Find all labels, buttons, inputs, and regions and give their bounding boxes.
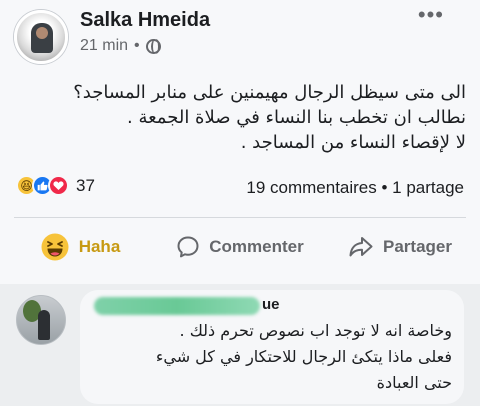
- avatar-person: [38, 310, 50, 340]
- comment-section: ue وخاصة انه لا توجد اب نصوص تحرم ذلك . …: [0, 284, 480, 406]
- haha-button[interactable]: Haha: [0, 228, 160, 266]
- haha-icon: [41, 233, 69, 261]
- post-text: الى متى سيظل الرجال مهيمنين على منابر ال…: [40, 80, 466, 155]
- comments-shares-count[interactable]: 19 commentaires • 1 partage: [246, 178, 464, 198]
- avatar-face: [36, 27, 48, 39]
- comment-bubble: ue وخاصة انه لا توجد اب نصوص تحرم ذلك . …: [80, 290, 464, 404]
- share-button[interactable]: Partager: [320, 228, 480, 266]
- post-card: Salka Hmeida 21 min • ••• الى متى سيظل ا…: [0, 0, 480, 284]
- post-meta: 21 min •: [80, 37, 161, 55]
- author-name[interactable]: Salka Hmeida: [80, 9, 210, 32]
- actions-divider: [14, 217, 466, 218]
- love-icon: [48, 175, 69, 196]
- author-avatar[interactable]: [14, 10, 68, 64]
- comment-button[interactable]: Commenter: [160, 228, 320, 266]
- reactions-count: 37: [76, 175, 95, 195]
- commenter-name-suffix: ue: [262, 296, 280, 313]
- reactions-summary[interactable]: 😆 37: [16, 175, 95, 196]
- comment-text-line: فعلى ماذا يتكئ الرجال للاحتكار في كل شيء: [155, 347, 452, 366]
- comment-text-line: حتى العبادة: [376, 373, 452, 392]
- haha-label: Haha: [78, 237, 121, 256]
- redacted-name: [94, 297, 260, 315]
- commenter-avatar[interactable]: [16, 295, 66, 345]
- share-icon: [349, 237, 373, 257]
- comment-text-line: وخاصة انه لا توجد اب نصوص تحرم ذلك .: [179, 321, 452, 340]
- globe-icon: [145, 38, 161, 54]
- comment-text: وخاصة انه لا توجد اب نصوص تحرم ذلك . فعل…: [92, 318, 452, 396]
- share-label: Partager: [383, 237, 452, 256]
- post-text-line: نطالب ان تخطب بنا النساء في صلاة الجمعة …: [127, 107, 466, 128]
- comment-label: Commenter: [209, 237, 304, 256]
- post-text-line: الى متى سيظل الرجال مهيمنين على منابر ال…: [73, 82, 466, 103]
- comment-icon: [177, 236, 199, 258]
- post-actions: Haha Commenter Partager: [0, 228, 480, 266]
- more-options-icon[interactable]: •••: [418, 2, 444, 28]
- commenter-name[interactable]: ue: [94, 295, 280, 317]
- post-text-line: لا لإقصاء النساء من المساجد .: [240, 132, 466, 153]
- post-time[interactable]: 21 min: [80, 37, 128, 55]
- meta-separator: •: [134, 37, 140, 54]
